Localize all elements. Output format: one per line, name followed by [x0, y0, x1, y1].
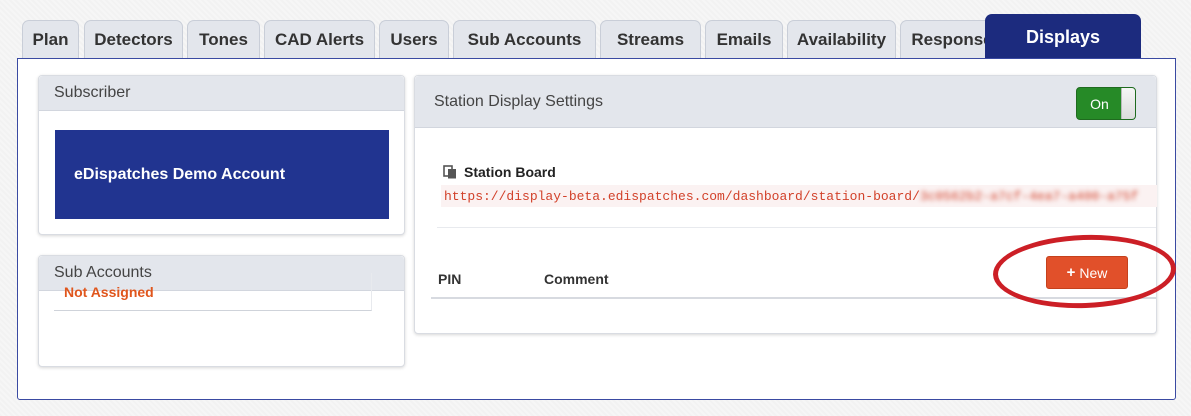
- tab-availability[interactable]: Availability: [787, 20, 896, 59]
- sub-account-item: Not Assigned: [54, 273, 372, 311]
- station-display-panel: Station Display Settings On Station Boar…: [414, 75, 1157, 334]
- url-token: 3c0562b2-a7cf-4ea7-a400-a75f: [919, 188, 1139, 204]
- section-divider: [437, 227, 1156, 228]
- tab-users[interactable]: Users: [379, 20, 449, 59]
- tab-emails[interactable]: Emails: [705, 20, 783, 59]
- station-board-title: Station Board: [464, 164, 556, 180]
- subscriber-panel-title: Subscriber: [39, 76, 404, 111]
- tab-sub-accounts[interactable]: Sub Accounts: [453, 20, 596, 59]
- station-board-header: Station Board: [443, 164, 556, 180]
- subscriber-account-name: eDispatches Demo Account: [55, 130, 389, 219]
- plus-icon: +: [1066, 264, 1076, 281]
- pin-column-header: PIN: [438, 271, 462, 287]
- station-display-title: Station Display Settings: [415, 76, 1156, 128]
- new-button-label: New: [1079, 264, 1108, 281]
- tab-plan[interactable]: Plan: [22, 20, 79, 59]
- subscriber-panel: Subscriber eDispatches Demo Account: [38, 75, 405, 235]
- comment-column-header: Comment: [544, 271, 609, 287]
- tab-streams[interactable]: Streams: [600, 20, 701, 59]
- toggle-knob[interactable]: [1121, 88, 1135, 119]
- tab-detectors[interactable]: Detectors: [84, 20, 183, 59]
- tab-cad-alerts[interactable]: CAD Alerts: [264, 20, 375, 59]
- toggle-label: On: [1090, 95, 1109, 112]
- display-enabled-toggle[interactable]: On: [1076, 87, 1136, 120]
- station-board-url[interactable]: https://display-beta.edispatches.com/das…: [441, 185, 1157, 207]
- new-pin-button[interactable]: + New: [1046, 256, 1128, 289]
- url-prefix: https://display-beta.edispatches.com/das…: [444, 188, 920, 204]
- copy-icon[interactable]: [443, 165, 457, 179]
- sub-accounts-panel: Sub Accounts Not Assigned: [38, 255, 405, 367]
- tab-displays[interactable]: Displays: [985, 14, 1141, 59]
- displays-content: Subscriber eDispatches Demo Account Sub …: [17, 58, 1176, 400]
- tab-tones[interactable]: Tones: [187, 20, 260, 59]
